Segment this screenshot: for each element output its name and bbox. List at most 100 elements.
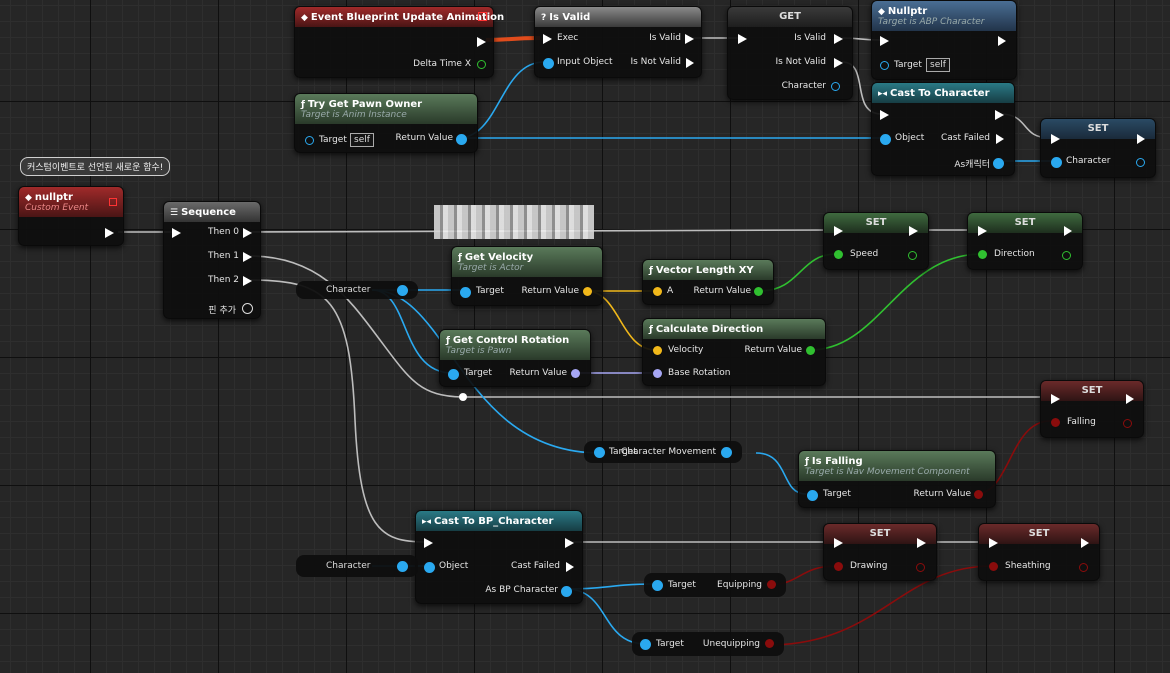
get-node[interactable]: GET Is Valid Is Not Valid Character	[727, 6, 853, 100]
not-valid-pin[interactable]	[686, 58, 694, 68]
return-value-pin[interactable]	[571, 369, 580, 378]
exec-out-pin[interactable]	[1137, 134, 1145, 144]
character-in-pin[interactable]	[1051, 157, 1062, 168]
exec-out-pin[interactable]	[1081, 538, 1089, 548]
target-pin[interactable]	[460, 287, 471, 298]
exec-in-pin[interactable]	[834, 538, 843, 548]
calculate-direction-node[interactable]: ƒ Calculate Direction Velocity Base Rotat…	[642, 318, 826, 386]
exec-out-pin[interactable]	[1064, 226, 1072, 236]
target-pin[interactable]	[640, 639, 651, 650]
drawing-in-pin[interactable]	[834, 562, 843, 571]
exec-in-pin[interactable]	[1051, 134, 1060, 144]
exec-out-pin[interactable]	[565, 538, 574, 548]
comment-bubble[interactable]: 커스텀이벤트로 선언된 새로운 함수!	[20, 157, 171, 176]
set-direction-node[interactable]: SET Direction	[967, 212, 1083, 270]
delta-time-pin[interactable]	[477, 60, 486, 69]
target-pin[interactable]	[880, 61, 889, 70]
as-bp-character-pin[interactable]	[561, 586, 572, 597]
exec-in-pin[interactable]	[989, 538, 998, 548]
target-pin[interactable]	[594, 447, 605, 458]
speed-out-pin[interactable]	[908, 251, 917, 260]
unequipping-pin[interactable]	[765, 639, 774, 648]
exec-out-pin[interactable]	[998, 36, 1006, 46]
set-drawing-node[interactable]: SET Drawing	[823, 523, 937, 581]
character-pin[interactable]	[831, 82, 840, 91]
then2-pin[interactable]	[243, 276, 252, 286]
exec-in-pin[interactable]	[424, 538, 433, 548]
target-value-box[interactable]: self	[926, 58, 950, 72]
exec-in-pin[interactable]	[543, 34, 552, 44]
return-value-pin[interactable]	[974, 490, 983, 499]
equipping-pin[interactable]	[767, 580, 776, 589]
set-character-node[interactable]: SET Character	[1040, 118, 1156, 178]
return-value-pin[interactable]	[583, 287, 592, 296]
set-falling-node[interactable]: SET Falling	[1040, 380, 1144, 438]
target-value-box[interactable]: self	[350, 133, 374, 147]
return-value-pin[interactable]	[456, 134, 467, 145]
as-character-pin[interactable]	[993, 158, 1004, 169]
character-variable-node[interactable]: Character	[296, 281, 418, 299]
return-value-pin[interactable]	[806, 346, 815, 355]
cast-failed-pin[interactable]	[566, 562, 574, 572]
set-sheathing-node[interactable]: SET Sheathing	[978, 523, 1100, 581]
exec-in-pin[interactable]	[880, 110, 889, 120]
custom-event-node[interactable]: ◆ nullptr Custom Event	[18, 186, 124, 246]
exec-in-pin[interactable]	[978, 226, 987, 236]
exec-out-pin[interactable]	[1126, 394, 1134, 404]
exec-out-pin[interactable]	[995, 110, 1004, 120]
a-pin[interactable]	[653, 287, 662, 296]
falling-out-pin[interactable]	[1123, 419, 1132, 428]
base-rotation-pin[interactable]	[653, 369, 662, 378]
then0-pin[interactable]	[243, 228, 252, 238]
character-pin[interactable]	[397, 285, 408, 296]
exec-out-pin[interactable]	[909, 226, 918, 236]
not-valid-pin[interactable]	[834, 58, 843, 68]
character-pin[interactable]	[397, 561, 408, 572]
character-out-pin[interactable]	[1136, 158, 1145, 167]
exec-out-pin[interactable]	[477, 37, 486, 47]
delegate-pin-icon[interactable]	[478, 12, 487, 21]
is-valid-node[interactable]: ? Is Valid Exec Input Object Is Valid Is …	[534, 6, 702, 78]
exec-in-pin[interactable]	[172, 228, 181, 238]
is-valid-pin[interactable]	[685, 34, 694, 44]
add-pin-icon[interactable]	[242, 303, 253, 314]
character-variable-node[interactable]: Character	[296, 555, 418, 577]
target-pin[interactable]	[652, 580, 663, 591]
equipping-getter-node[interactable]: Target Equipping	[644, 573, 786, 597]
velocity-pin[interactable]	[653, 346, 662, 355]
cast-failed-pin[interactable]	[996, 134, 1004, 144]
sequence-node[interactable]: ☰ Sequence Then 0 Then 1 Then 2 핀 추가	[163, 201, 261, 319]
is-valid-pin[interactable]	[834, 34, 843, 44]
delegate-pin-icon[interactable]	[109, 198, 117, 206]
event-update-node[interactable]: ◆ Event Blueprint Update Animation Delta …	[294, 6, 504, 78]
exec-in-pin[interactable]	[880, 36, 889, 46]
blueprint-graph-canvas[interactable]: ◆ Event Blueprint Update Animation Delta …	[0, 0, 1170, 673]
cast-to-character-node[interactable]: ▸◂ Cast To Character Object Cast Failed A…	[871, 82, 1015, 176]
vector-length-xy-node[interactable]: ƒ Vector Length XY A Return Value	[642, 259, 774, 305]
falling-in-pin[interactable]	[1051, 418, 1060, 427]
get-velocity-node[interactable]: ƒ Get Velocity Target is Actor Target Retu…	[451, 246, 603, 306]
drawing-out-pin[interactable]	[916, 563, 925, 572]
unequipping-getter-node[interactable]: Target Unequipping	[632, 632, 784, 656]
direction-out-pin[interactable]	[1062, 251, 1071, 260]
character-movement-pin[interactable]	[721, 447, 732, 458]
get-control-rotation-node[interactable]: ƒ Get Control Rotation Target is Pawn Targ…	[439, 329, 591, 387]
return-value-pin[interactable]	[754, 287, 763, 296]
target-pin[interactable]	[807, 490, 818, 501]
speed-in-pin[interactable]	[834, 250, 843, 259]
exec-in-pin[interactable]	[834, 226, 843, 236]
object-pin[interactable]	[424, 562, 435, 573]
target-pin[interactable]	[448, 369, 459, 380]
sheathing-in-pin[interactable]	[989, 562, 998, 571]
direction-in-pin[interactable]	[978, 250, 987, 259]
object-pin[interactable]	[880, 134, 891, 145]
is-falling-node[interactable]: ƒ Is Falling Target is Nav Movement Compon…	[798, 450, 996, 508]
nullptr-call-node[interactable]: ◆ Nullptr Target is ABP Character Target s…	[871, 0, 1017, 80]
sheathing-out-pin[interactable]	[1079, 563, 1088, 572]
exec-out-pin[interactable]	[105, 228, 114, 238]
target-pin[interactable]	[305, 136, 314, 145]
cast-to-bp-character-node[interactable]: ▸◂ Cast To BP_Character Object Cast Faile…	[415, 510, 583, 604]
exec-in-pin[interactable]	[738, 34, 747, 44]
exec-out-pin[interactable]	[917, 538, 926, 548]
character-movement-node[interactable]: Target Character Movement	[584, 441, 742, 463]
